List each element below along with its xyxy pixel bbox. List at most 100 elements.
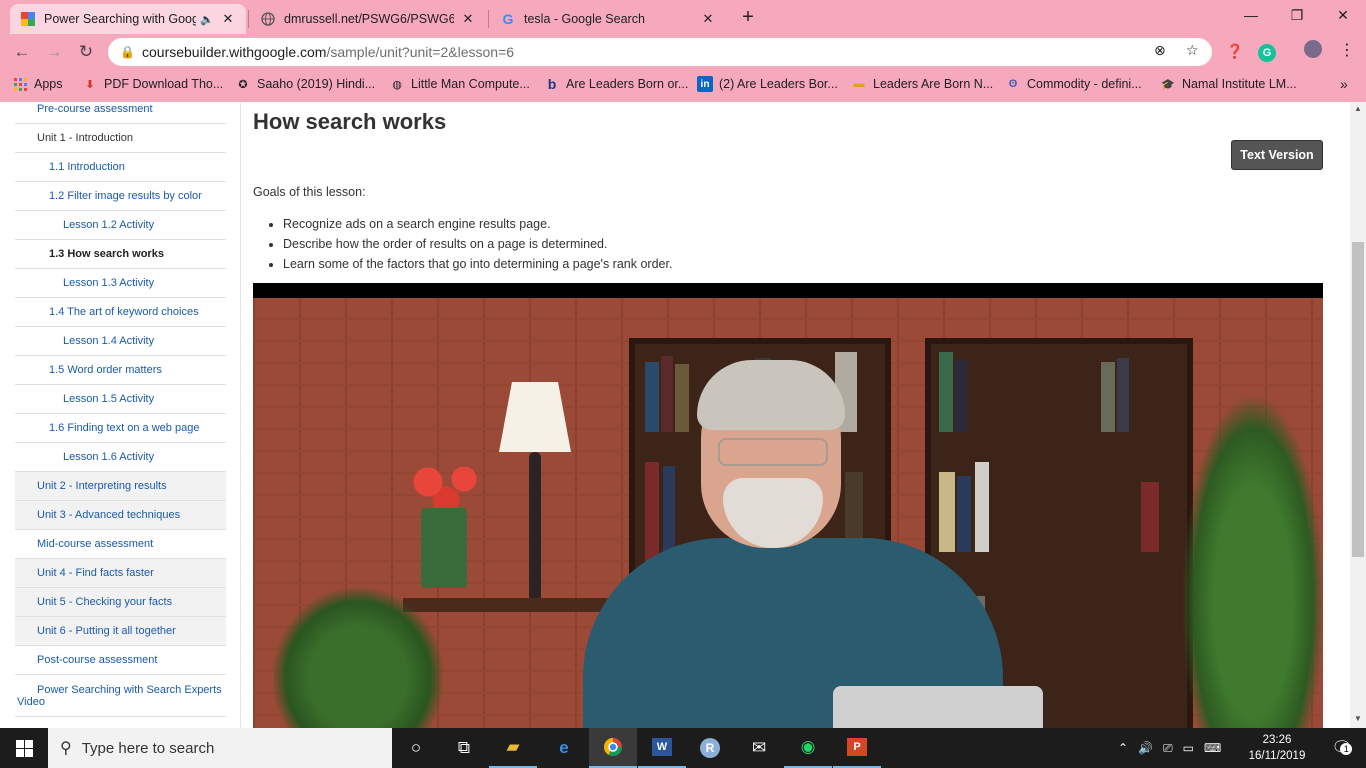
notification-center-icon[interactable]: 🗨1 bbox=[1318, 728, 1366, 768]
bookmark-label: (2) Are Leaders Bor... bbox=[719, 77, 838, 91]
menu-kebab-icon[interactable]: ⋮ bbox=[1336, 40, 1358, 62]
site-icon: ▬ bbox=[853, 78, 865, 90]
bookmark-namal[interactable]: 🎓 Namal Institute LM... bbox=[1160, 76, 1297, 92]
windows-start-button[interactable] bbox=[0, 728, 48, 768]
scroll-down-arrow-icon[interactable]: ▼ bbox=[1350, 712, 1366, 726]
sidebar-item-1-5[interactable]: 1.5 Word order matters bbox=[15, 356, 226, 385]
sidebar-item-unit-2[interactable]: Unit 2 - Interpreting results bbox=[15, 472, 226, 501]
grammarly-icon[interactable]: G bbox=[1256, 40, 1278, 62]
lamp-base bbox=[529, 452, 541, 602]
bookmark-saaho[interactable]: ✪ Saaho (2019) Hindi... bbox=[235, 76, 375, 92]
laptop bbox=[833, 686, 1043, 728]
presenter-hair bbox=[697, 360, 845, 430]
bookmark-little-man[interactable]: ◍ Little Man Compute... bbox=[389, 76, 530, 92]
profile-avatar-icon[interactable] bbox=[1302, 40, 1324, 62]
close-tab-icon[interactable]: ✕ bbox=[220, 11, 236, 27]
sidebar-item-1-1[interactable]: 1.1 Introduction bbox=[15, 153, 226, 182]
tab-separator bbox=[248, 10, 249, 28]
bookmark-label: Namal Institute LM... bbox=[1182, 77, 1297, 91]
scroll-up-arrow-icon[interactable]: ▲ bbox=[1350, 102, 1366, 116]
chrome-icon[interactable] bbox=[589, 728, 637, 768]
tab-separator bbox=[488, 10, 489, 28]
tab-power-searching[interactable]: Power Searching with Google 🔈 ✕ bbox=[10, 4, 246, 34]
url-host: coursebuilder.withgoogle.com bbox=[142, 44, 327, 60]
taskbar-clock[interactable]: 23:26 16/11/2019 bbox=[1240, 732, 1314, 764]
close-tab-icon[interactable]: ✕ bbox=[460, 11, 476, 27]
sidebar-item-mid-course-assessment[interactable]: Mid-course assessment bbox=[15, 530, 226, 559]
windows-logo-icon bbox=[15, 739, 33, 757]
minimize-button[interactable]: — bbox=[1228, 4, 1274, 28]
bookmark-pdf-download[interactable]: ⬇ PDF Download Tho... bbox=[82, 76, 223, 92]
bookmark-linkedin[interactable]: in (2) Are Leaders Bor... bbox=[697, 76, 838, 92]
forward-arrow-icon[interactable]: → bbox=[42, 40, 66, 64]
sidebar-item-post-course-assessment[interactable]: Post-course assessment bbox=[15, 646, 226, 675]
sidebar-item-lesson-1-6-activity[interactable]: Lesson 1.6 Activity bbox=[15, 443, 226, 472]
task-view-icon[interactable]: ⧉ bbox=[440, 728, 488, 768]
sidebar-item-search-experts-video[interactable]: Power Searching with Search Experts Vide… bbox=[15, 675, 226, 717]
sidebar-item-lesson-1-3-activity[interactable]: Lesson 1.3 Activity bbox=[15, 269, 226, 298]
bookmark-star-icon[interactable]: ☆ bbox=[1186, 42, 1199, 59]
translate-icon[interactable]: ⊗ bbox=[1154, 42, 1166, 59]
more-bookmarks-button[interactable]: » bbox=[1340, 76, 1348, 92]
address-bar[interactable]: 🔒 coursebuilder.withgoogle.com/sample/un… bbox=[108, 38, 1212, 66]
powerpoint-icon[interactable]: P bbox=[833, 728, 881, 768]
battery-icon[interactable]: ▭ bbox=[1183, 741, 1194, 755]
maximize-button[interactable]: ❐ bbox=[1274, 4, 1320, 28]
r-icon[interactable]: R bbox=[686, 728, 734, 768]
whatsapp-icon[interactable]: ◉ bbox=[784, 728, 832, 768]
sidebar-item-unit-6[interactable]: Unit 6 - Putting it all together bbox=[15, 617, 226, 646]
list-item: Describe how the order of results on a p… bbox=[283, 234, 672, 254]
file-explorer-icon[interactable]: ▰ bbox=[489, 728, 537, 768]
sidebar-item-lesson-1-2-activity[interactable]: Lesson 1.2 Activity bbox=[15, 211, 226, 240]
tab-dmrussell[interactable]: dmrussell.net/PSWG6/PSWG6_1.3 ✕ bbox=[250, 4, 486, 34]
mail-icon[interactable]: ✉ bbox=[735, 728, 783, 768]
graduation-cap-icon: 🎓 bbox=[1161, 78, 1175, 91]
reload-icon[interactable]: ↻ bbox=[74, 40, 98, 64]
new-tab-button[interactable]: + bbox=[736, 6, 760, 30]
list-item: Recognize ads on a search engine results… bbox=[283, 214, 672, 234]
sidebar-item-1-3-current[interactable]: 1.3 How search works bbox=[15, 240, 226, 269]
network-icon[interactable]: ⎚ bbox=[1163, 741, 1173, 756]
word-icon[interactable]: W bbox=[638, 728, 686, 768]
bookmark-commodity[interactable]: ʘ Commodity - defini... bbox=[1005, 76, 1142, 92]
speaker-icon[interactable]: 🔈 bbox=[200, 13, 214, 26]
tab-title: tesla - Google Search bbox=[524, 12, 645, 26]
lock-icon[interactable]: 🔒 bbox=[120, 45, 135, 59]
sidebar-item-1-4[interactable]: 1.4 The art of keyword choices bbox=[15, 298, 226, 327]
bookmark-leaders-are-born[interactable]: ▬ Leaders Are Born N... bbox=[851, 76, 994, 92]
extension-key-icon[interactable]: ❓ bbox=[1224, 40, 1246, 62]
volume-icon[interactable]: 🔊 bbox=[1138, 741, 1153, 755]
keyboard-icon[interactable]: ⌨ bbox=[1204, 741, 1221, 755]
sidebar-item-lesson-1-5-activity[interactable]: Lesson 1.5 Activity bbox=[15, 385, 226, 414]
text-version-button[interactable]: Text Version bbox=[1231, 140, 1323, 170]
back-arrow-icon[interactable]: ← bbox=[10, 40, 34, 64]
notification-badge: 1 bbox=[1340, 743, 1353, 755]
bookmark-label: Commodity - defini... bbox=[1027, 77, 1142, 91]
course-sidebar: Pre-course assessment Unit 1 - Introduct… bbox=[15, 102, 226, 717]
sidebar-item-unit-1[interactable]: Unit 1 - Introduction bbox=[15, 124, 226, 153]
scrollbar-thumb[interactable] bbox=[1352, 242, 1364, 557]
tab-title: Power Searching with Google bbox=[44, 12, 197, 26]
sidebar-item-pre-course-assessment[interactable]: Pre-course assessment bbox=[15, 102, 226, 124]
sidebar-item-unit-5[interactable]: Unit 5 - Checking your facts bbox=[15, 588, 226, 617]
sidebar-item-1-6[interactable]: 1.6 Finding text on a web page bbox=[15, 414, 226, 443]
bookmark-label: Apps bbox=[34, 77, 63, 91]
tab-tesla-search[interactable]: G tesla - Google Search ✕ bbox=[490, 4, 726, 34]
lesson-video-player[interactable] bbox=[253, 283, 1323, 728]
sidebar-item-lesson-1-4-activity[interactable]: Lesson 1.4 Activity bbox=[15, 327, 226, 356]
bookmark-are-leaders-born[interactable]: b Are Leaders Born or... bbox=[544, 76, 689, 92]
edge-icon[interactable]: e bbox=[540, 728, 588, 768]
close-tab-icon[interactable]: ✕ bbox=[700, 11, 716, 27]
cortana-icon[interactable]: ○ bbox=[392, 728, 440, 768]
bookmarks-bar: Apps ⬇ PDF Download Tho... ✪ Saaho (2019… bbox=[0, 70, 1366, 100]
sidebar-item-unit-4[interactable]: Unit 4 - Find facts faster bbox=[15, 559, 226, 588]
chevron-up-icon[interactable]: ⌃ bbox=[1118, 741, 1128, 755]
sidebar-item-1-2[interactable]: 1.2 Filter image results by color bbox=[15, 182, 226, 211]
taskbar-search-box[interactable]: ⚲ Type here to search bbox=[48, 728, 392, 768]
search-icon: ⚲ bbox=[60, 740, 72, 757]
close-window-button[interactable]: ✕ bbox=[1320, 4, 1366, 28]
sidebar-item-unit-3[interactable]: Unit 3 - Advanced techniques bbox=[15, 501, 226, 530]
bookmark-apps[interactable]: Apps bbox=[12, 76, 63, 92]
clock-date: 16/11/2019 bbox=[1248, 750, 1306, 762]
sidebar-item-label: Power Searching with Search Experts bbox=[37, 683, 222, 696]
